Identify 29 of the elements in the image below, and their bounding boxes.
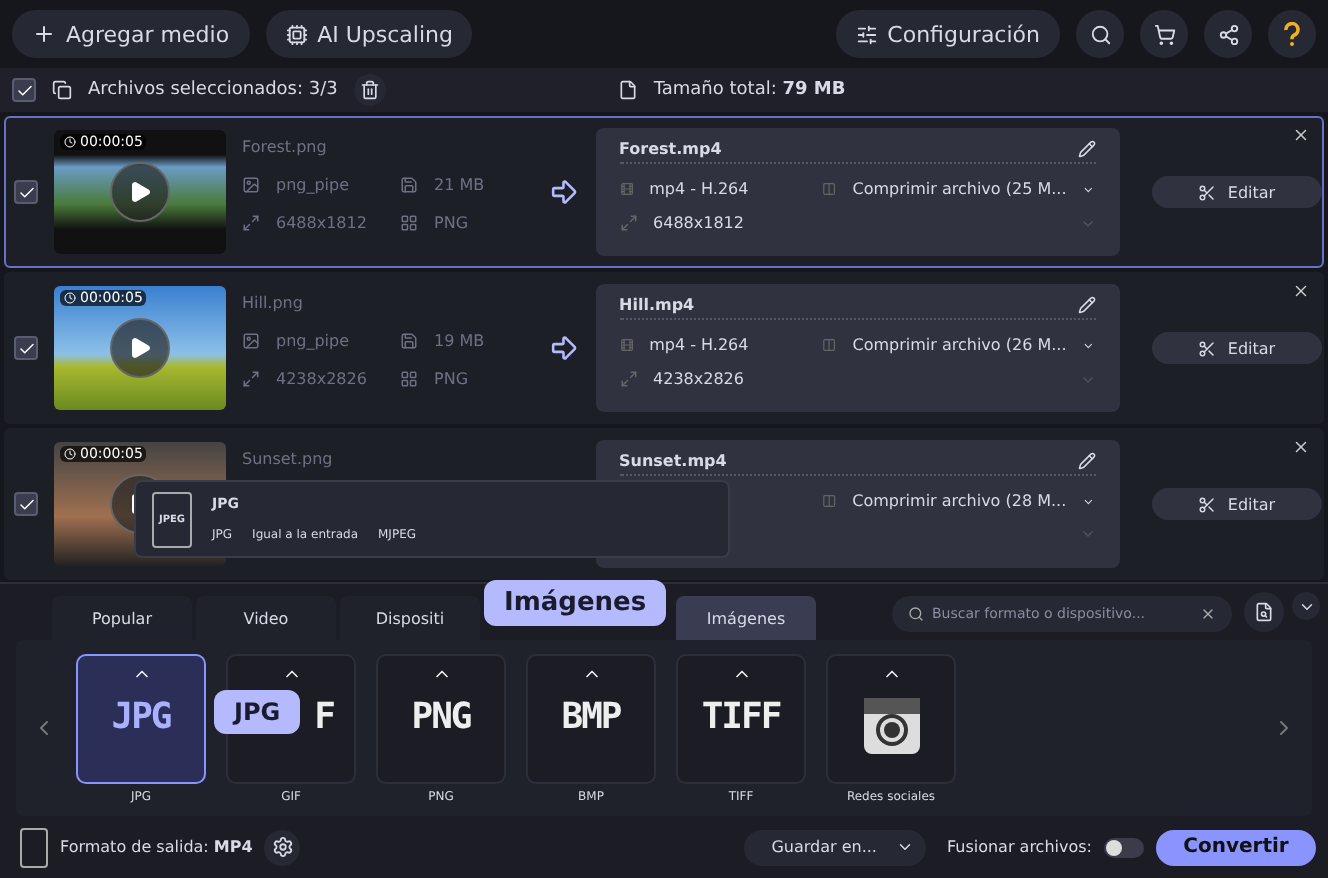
resolution-label: 4238x2826 xyxy=(276,370,367,388)
format-logo: JPG xyxy=(111,695,171,737)
output-format-label: Formato de salida: MP4 xyxy=(60,838,253,856)
format-logo: BMP xyxy=(561,695,621,737)
format-logo: TIFF xyxy=(701,695,781,737)
merge-files-label: Fusionar archivos: xyxy=(946,838,1092,856)
resolution-label: 6488x1812 xyxy=(276,214,367,232)
size-label: 21 MB xyxy=(434,176,485,194)
callout-tooltip: Imágenes xyxy=(484,580,667,626)
output-file-name: Forest.mp4 xyxy=(619,140,722,158)
format-label: PNG xyxy=(434,214,469,232)
output-file-name: Hill.mp4 xyxy=(619,296,695,314)
codec-label: png_pipe xyxy=(276,332,350,350)
output-resolution-label: 6488x1812 xyxy=(653,214,746,232)
output-file-name: Sunset.mp4 xyxy=(619,452,727,470)
source-file-name: Forest.png xyxy=(242,138,329,156)
output-codec-label: mp4 - H.264 xyxy=(649,336,751,354)
selected-files-label: Archivos seleccionados: 3/3 xyxy=(88,80,338,100)
output-resolution-label: 4238x2826 xyxy=(653,370,746,388)
source-file-name: Sunset.png xyxy=(242,450,335,468)
total-size-label: Tamaño total: 79 MB xyxy=(653,80,846,100)
codec-label: png_pipe xyxy=(276,176,350,194)
callout-tooltip: JPG xyxy=(214,690,301,734)
format-label: PNG xyxy=(434,370,469,388)
format-logo: PNG xyxy=(411,695,471,737)
output-codec-label: mp4 - H.264 xyxy=(649,180,751,198)
size-label: 19 MB xyxy=(434,332,485,350)
format-logo: F xyxy=(314,695,336,737)
source-file-name: Hill.png xyxy=(242,294,305,312)
